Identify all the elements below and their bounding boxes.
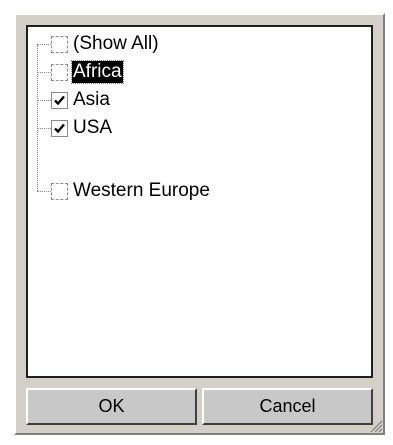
- item-label-africa: Africa: [71, 60, 124, 84]
- cancel-button[interactable]: Cancel: [202, 388, 373, 425]
- checkbox-western-europe[interactable]: [51, 183, 68, 200]
- checkmark-icon: [54, 123, 65, 134]
- checkbox-usa[interactable]: [51, 120, 68, 137]
- list-item-show-all[interactable]: (Show All): [28, 30, 358, 58]
- list-item-africa[interactable]: Africa: [28, 58, 358, 86]
- resize-grip-icon[interactable]: [369, 419, 383, 433]
- tree-branch-line: [37, 44, 51, 45]
- tree-branch-line: [37, 100, 51, 101]
- list-item-usa[interactable]: USA: [28, 114, 358, 142]
- item-label-show-all: (Show All): [73, 33, 159, 54]
- filter-list-box[interactable]: (Show All) Africa Asia USA Western Europ…: [26, 25, 373, 378]
- list-item-western-europe[interactable]: Western Europe: [28, 177, 358, 205]
- ok-button[interactable]: OK: [26, 388, 197, 425]
- tree-branch-line: [37, 128, 51, 129]
- tree-branch-line: [37, 191, 51, 192]
- filter-dropdown-panel: (Show All) Africa Asia USA Western Europ…: [14, 13, 385, 435]
- checkbox-asia[interactable]: [51, 92, 68, 109]
- tree-branch-line: [37, 72, 51, 73]
- checkmark-icon: [54, 95, 65, 106]
- list-item-asia[interactable]: Asia: [28, 86, 358, 114]
- item-label-asia: Asia: [73, 89, 110, 110]
- item-label-western-europe: Western Europe: [73, 180, 210, 201]
- item-label-usa: USA: [73, 117, 113, 138]
- checkbox-africa[interactable]: [51, 64, 68, 81]
- checkbox-show-all[interactable]: [51, 36, 68, 53]
